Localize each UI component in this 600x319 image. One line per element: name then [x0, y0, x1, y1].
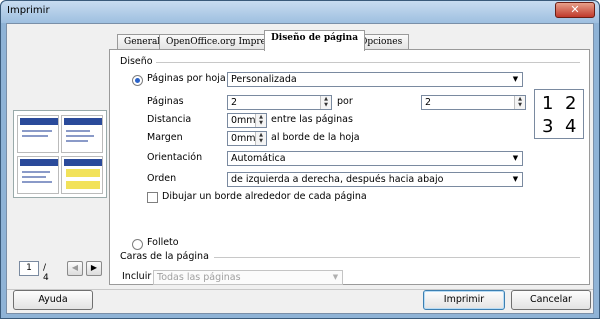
margin-suffix: al borde de la hoja [271, 132, 360, 143]
brochure-label: Folleto [147, 237, 179, 248]
distance-label: Distancia [147, 114, 192, 125]
next-page-button[interactable]: ▶ [86, 261, 102, 276]
chevron-left-icon: ◀ [71, 263, 79, 272]
draw-border-checkbox[interactable] [147, 192, 158, 203]
close-icon: ✕ [570, 3, 580, 16]
pages-columns-value: 2 [231, 97, 238, 108]
include-value: Todas las páginas [157, 272, 241, 283]
chevron-down-icon: ▼ [332, 273, 339, 281]
pages-label: Páginas [147, 96, 184, 107]
nup-digit-3: 3 [542, 116, 554, 137]
chevron-down-icon: ▼ [512, 175, 519, 183]
include-select[interactable]: Todas las páginas ▼ [153, 270, 343, 285]
sides-section-label: Caras de la página [120, 251, 209, 262]
decrement-icon[interactable]: ▼ [256, 138, 266, 144]
chevron-down-icon: ▼ [512, 75, 519, 83]
margin-label: Margen [147, 132, 183, 143]
page-total: / 4 [43, 263, 49, 283]
decrement-icon[interactable]: ▼ [321, 102, 331, 108]
help-button[interactable]: Ayuda [13, 290, 93, 310]
chevron-right-icon: ▶ [90, 263, 98, 272]
page-number-field[interactable]: 1 [19, 261, 39, 276]
page-layout-panel: Diseño Páginas por hoja Personalizada ▼ … [109, 49, 590, 285]
preview-page-1 [17, 115, 59, 153]
order-label: Orden [147, 173, 177, 184]
order-select[interactable]: de izquierda a derecha, después hacia ab… [227, 172, 523, 187]
pages-rows-stepper[interactable]: 2 ▲ ▼ [421, 95, 526, 110]
order-value: de izquierda a derecha, después hacia ab… [231, 174, 444, 185]
layout-section-label: Diseño [120, 56, 153, 67]
pages-per-sheet-radio[interactable] [132, 75, 143, 86]
orientation-value: Automática [231, 153, 286, 164]
title-bar: Imprimir ✕ [1, 1, 599, 23]
orientation-select[interactable]: Automática ▼ [227, 151, 523, 166]
nup-digit-4: 4 [565, 116, 577, 137]
decrement-icon[interactable]: ▼ [515, 102, 525, 108]
nup-digit-1: 1 [542, 93, 554, 114]
decrement-icon[interactable]: ▼ [256, 120, 266, 126]
margin-stepper[interactable]: 0mm ▲ ▼ [227, 131, 267, 146]
pages-per-sheet-label: Páginas por hoja [147, 73, 226, 84]
print-preview [13, 110, 107, 198]
preview-page-2 [61, 115, 103, 153]
print-dialog: Imprimir ✕ 1 / 4 ◀ ▶ General OpenOffice.… [0, 0, 600, 319]
orientation-label: Orientación [147, 152, 203, 163]
nup-digit-2: 2 [565, 93, 577, 114]
tab-bar: General OpenOffice.org Impress Diseño de… [109, 30, 595, 51]
previous-page-button[interactable]: ◀ [67, 261, 83, 276]
by-label: por [337, 96, 353, 107]
preview-page-3 [17, 156, 59, 194]
brochure-radio[interactable] [132, 239, 143, 250]
pages-columns-stepper[interactable]: 2 ▲ ▼ [227, 95, 332, 110]
tab-page-layout[interactable]: Diseño de página [264, 30, 366, 51]
sides-divider [214, 257, 580, 258]
distance-suffix: entre las páginas [271, 114, 353, 125]
window-title: Imprimir [7, 5, 50, 16]
print-button[interactable]: Imprimir [423, 290, 505, 310]
dialog-body: 1 / 4 ◀ ▶ General OpenOffice.org Impress… [6, 23, 594, 314]
cancel-button[interactable]: Cancelar [511, 290, 591, 310]
margin-value: 0mm [231, 133, 256, 144]
distance-value: 0mm [231, 115, 256, 126]
layout-divider [156, 62, 580, 63]
include-label: Incluir [122, 271, 152, 282]
pages-per-sheet-preview: 1 2 3 4 [534, 89, 584, 139]
pages-per-sheet-value: Personalizada [231, 74, 297, 85]
button-separator [7, 289, 593, 290]
preview-page-4 [61, 156, 103, 194]
close-button[interactable]: ✕ [555, 2, 595, 18]
chevron-down-icon: ▼ [512, 154, 519, 162]
pages-per-sheet-select[interactable]: Personalizada ▼ [227, 72, 523, 87]
distance-stepper[interactable]: 0mm ▲ ▼ [227, 113, 267, 128]
draw-border-label: Dibujar un borde alrededor de cada págin… [162, 191, 367, 202]
pages-rows-value: 2 [425, 97, 432, 108]
